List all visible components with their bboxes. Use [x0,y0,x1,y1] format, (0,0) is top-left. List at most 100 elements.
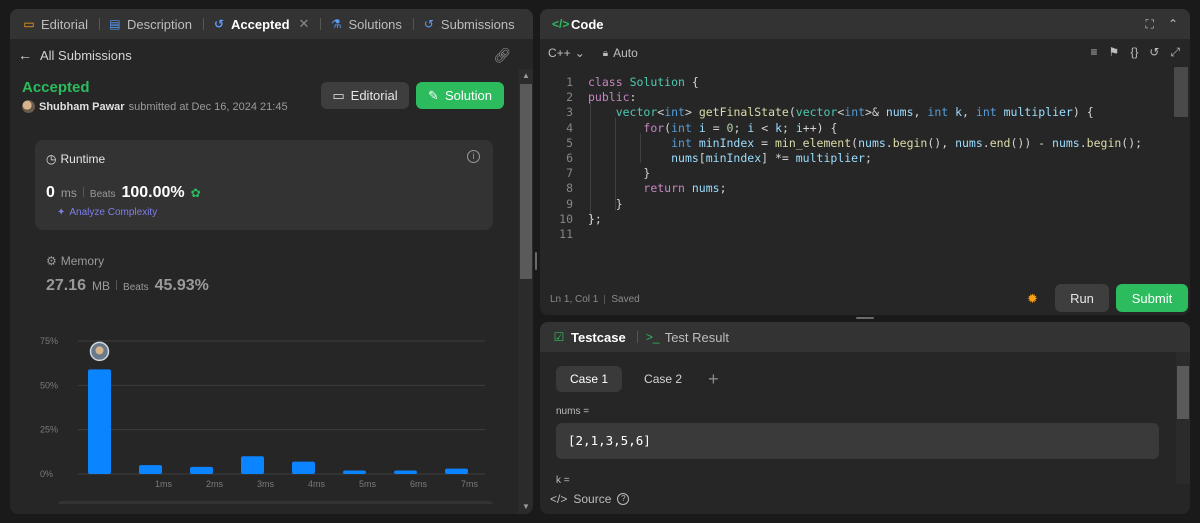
scroll-up-icon[interactable]: ▲ [522,71,530,80]
case-tab-1[interactable]: Case 1 [556,366,623,392]
scroll-down-icon[interactable]: ▼ [522,502,530,511]
line-number: 7 [566,166,573,181]
chart-bar[interactable] [139,465,162,474]
submitter-info: Shubham Pawar submitted at Dec 16, 2024 … [22,100,288,113]
chart-bar[interactable] [292,461,315,474]
run-button[interactable]: Run [1055,284,1109,312]
line-number: 11 [559,227,573,241]
tab-editorial[interactable]: ▭ Editorial [18,17,104,32]
code-header-actions: ⛶ ⌃ [1146,17,1178,32]
line-number: 1 [566,75,573,89]
tab-solutions[interactable]: ⚗ Solutions [325,17,417,32]
username[interactable]: Shubham Pawar [39,101,125,113]
submitted-time: submitted at Dec 16, 2024 21:45 [128,100,288,113]
reset-icon[interactable]: ↺ [1149,45,1159,60]
history-icon: ↺ [213,17,225,31]
bookmark-icon[interactable]: ⚑ [1109,45,1120,60]
editorial-button[interactable]: ▭ Editorial [321,82,409,109]
chart-bar[interactable] [343,470,366,474]
scrollbar-thumb[interactable] [520,84,532,279]
left-tabbar: ▭ Editorial ▤ Description ↺ Accepted ✕ ⚗… [10,9,533,39]
code-scrollbar[interactable] [1174,67,1188,117]
braces-icon[interactable]: {} [1130,45,1138,60]
nums-input[interactable]: [2,1,3,5,6] [556,423,1159,459]
runtime-card[interactable]: ◷ Runtime i 0 ms Beats 100.00% ✿ ✦ Analy… [35,140,493,230]
code-line: nums[minIndex] *= multiplier; [671,151,872,165]
line-number: 5 [566,135,573,150]
chart-bar[interactable] [445,468,468,474]
link-icon[interactable]: 🔗︎ [493,47,511,64]
source-bar[interactable]: </> Source ? [550,492,630,506]
tab-accepted[interactable]: ↺ Accepted ✕ [208,16,325,32]
help-icon[interactable]: ? [617,493,630,505]
code-tab-label: Code [571,16,604,32]
testcase-tab-label: Testcase [571,329,626,345]
tab-divider [636,331,638,343]
tab-label: Editorial [41,16,88,32]
tab-submissions[interactable]: ↺ Submissions [418,17,519,32]
line-number: 2 [566,90,573,105]
runtime-distribution-chart[interactable]: 0% 25% 50% 75% 1ms 2ms 3ms 4ms 5ms 6ms 7ms [10,329,520,504]
info-icon[interactable]: i [467,150,480,163]
add-case-icon[interactable]: + [708,369,719,390]
lock-icon: 🔒︎ [602,47,609,59]
cursor-position: Ln 1, Col 1 [550,294,599,305]
code-line: class Solution { [588,75,699,89]
next-card [58,501,493,504]
case-tab-2[interactable]: Case 2 [630,366,696,392]
code-line: int minIndex = min_element(nums.begin(),… [671,135,1143,150]
memory-unit: MB [92,279,111,293]
back-arrow-icon[interactable]: ← [18,47,32,63]
nums-label: nums = [556,406,590,417]
tab-label: Solutions [348,16,402,32]
memory-title[interactable]: ⚙ Memory [46,254,104,268]
chart-bar[interactable] [190,466,213,474]
test-result-tab-label: Test Result [664,329,729,345]
tab-description[interactable]: ▤ Description [104,17,208,32]
tab-code[interactable]: </> Code [548,17,608,32]
collapse-icon[interactable]: ⌃ [1168,17,1178,32]
analyze-label: Analyze Complexity [69,207,158,218]
clock-icon: ◷ [46,152,57,166]
code-line: } [588,166,651,181]
memory-beats-label: Beats [123,282,149,293]
horizontal-resize-handle[interactable] [856,317,874,319]
divider [604,295,606,304]
close-icon[interactable]: ✕ [299,16,310,32]
submit-button[interactable]: Submit [1116,284,1188,312]
y-tick-label: 0% [40,469,53,479]
tab-label: Submissions [440,16,515,32]
code-line: } [588,196,623,211]
divider [82,187,84,197]
chart-bar[interactable] [241,456,264,474]
chart-bar[interactable] [394,470,417,474]
submit-button-label: Submit [1131,290,1173,306]
vertical-resize-handle[interactable] [535,252,537,270]
tab-divider [203,18,204,30]
case-tabs: Case 1 Case 2 + [556,366,719,392]
language-select[interactable]: C++ ⌄ [548,46,585,60]
tab-divider [320,18,322,30]
all-submissions-link[interactable]: All Submissions [40,48,132,63]
scrollbar-thumb[interactable] [1177,366,1189,419]
code-editor[interactable]: 1 class Solution {2 public: 3 vector<int> g… [540,73,1174,265]
runtime-beats-label: Beats [89,189,116,200]
auto-mode[interactable]: 🔒︎ Auto [603,46,638,60]
solution-button[interactable]: ✎ Solution [416,82,504,109]
line-number: 10 [559,211,573,226]
avatar[interactable] [22,100,35,113]
format-icon[interactable]: ≡ [1091,45,1098,60]
tab-divider [412,18,414,30]
code-line: vector<int> getFinalState(vector<int>& n… [615,105,1094,120]
editor-status: Ln 1, Col 1 Saved [550,294,640,305]
memory-beats-value: 45.93% [154,277,209,294]
chart-bar[interactable] [88,369,111,474]
expand-icon[interactable]: ⤢ [1170,45,1180,60]
x-tick-label: 1ms [155,479,173,489]
maximize-icon[interactable]: ⛶ [1146,17,1154,32]
debug-icon[interactable]: ✹ [1027,291,1038,307]
tab-test-result[interactable]: >_ Test Result [642,330,733,345]
analyze-complexity-link[interactable]: ✦ Analyze Complexity [57,207,157,218]
tab-testcase[interactable]: ☑ Testcase [548,330,642,345]
line-number: 9 [566,196,573,211]
